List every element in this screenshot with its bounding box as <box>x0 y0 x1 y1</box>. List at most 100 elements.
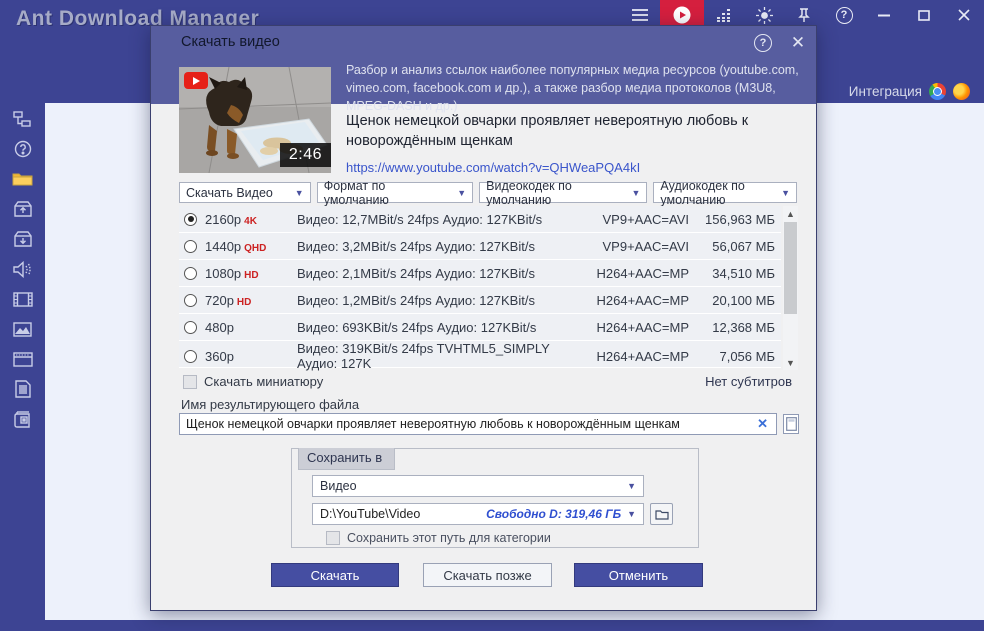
bitrate-details: Видео: 2,1MBit/s 24fps Аудио: 127KBit/s <box>297 265 535 281</box>
video-title: Щенок немецкой овчарки проявляет невероя… <box>346 113 749 149</box>
chrome-icon[interactable] <box>929 83 946 100</box>
download-thumbnail-checkbox[interactable] <box>183 374 197 389</box>
download-later-button[interactable]: Скачать позже <box>423 563 552 587</box>
upload-icon[interactable] <box>12 199 34 219</box>
resolution-label: 2160p <box>205 211 242 227</box>
quality-radio[interactable] <box>184 266 197 280</box>
clear-filename-icon[interactable]: ✕ <box>749 416 776 432</box>
chevron-down-icon: ▼ <box>627 481 636 491</box>
action-dropdown[interactable]: Скачать Видео ▼ <box>179 182 311 203</box>
documents-icon[interactable] <box>12 379 34 399</box>
app-help-icon[interactable]: ? <box>824 0 864 30</box>
quality-radio[interactable] <box>184 239 197 253</box>
audio-codec-dropdown[interactable]: Аудиокодек по умолчанию ▼ <box>653 179 797 207</box>
file-size: 156,963 МБ <box>705 211 775 227</box>
video-icon[interactable] <box>12 289 34 309</box>
chevron-down-icon: ▼ <box>294 187 304 198</box>
codec-label: H264+AAC=MP <box>596 292 690 308</box>
quality-row[interactable]: 720p HD Видео: 1,2MBit/s 24fps Аудио: 127… <box>179 287 781 314</box>
quality-list-scrollbar[interactable]: ▲ ▼ <box>783 206 798 370</box>
download-thumbnail-row: Скачать миниатюру <box>183 374 323 389</box>
bitrate-details: Видео: 12,7MBit/s 24fps Аудио: 127KBit/s <box>297 211 543 227</box>
save-path-checkbox-label: Сохранить этот путь для категории <box>347 531 551 545</box>
chevron-down-icon: ▼ <box>631 187 641 198</box>
scroll-down-icon[interactable]: ▼ <box>783 355 798 370</box>
category-value: Видео <box>320 479 357 493</box>
filename-label: Имя результирующего файла <box>181 397 360 412</box>
download-thumbnail-label: Скачать миниатюру <box>204 374 324 389</box>
window-bottom-bar <box>0 620 984 631</box>
category-dropdown[interactable]: Видео ▼ <box>312 475 644 497</box>
dialog-close-icon[interactable]: ✕ <box>788 33 808 53</box>
quality-row[interactable]: 480p Видео: 693KBit/s 24fps Аудио: 127KB… <box>179 314 781 341</box>
cancel-button[interactable]: Отменить <box>574 563 703 587</box>
quality-row[interactable]: 1080p HD Видео: 2,1MBit/s 24fps Аудио: 12… <box>179 260 781 287</box>
resolution-label: 720p <box>205 292 234 308</box>
help-category-icon[interactable] <box>12 139 34 159</box>
download-icon[interactable] <box>12 229 34 249</box>
resolution-label: 1080p <box>205 265 242 281</box>
file-size: 12,368 МБ <box>712 319 775 335</box>
codec-label: VP9+AAC=AVI <box>602 211 689 227</box>
video-duration: 2:46 <box>279 143 331 167</box>
bitrate-details: Видео: 319KBit/s 24fps TVHTML5_SIMPLY Ау… <box>297 341 550 371</box>
audio-icon[interactable] <box>12 259 34 279</box>
filename-input[interactable]: Щенок немецкой овчарки проявляет невероя… <box>179 413 777 435</box>
bitrate-details: Видео: 3,2MBit/s 24fps Аудио: 127KBit/s <box>297 238 535 254</box>
folder-icon[interactable] <box>12 169 34 189</box>
paste-filename-button[interactable] <box>783 414 799 434</box>
save-to-group: Сохранить в Видео ▼ D:\YouTube\Video Сво… <box>291 448 699 548</box>
firefox-icon[interactable] <box>953 83 970 100</box>
format-dropdown[interactable]: Формат по умолчанию ▼ <box>316 179 474 207</box>
quality-badge: HD <box>236 296 252 308</box>
free-space-label: Свободно D: 319,46 ГБ <box>486 507 622 521</box>
close-window-icon[interactable] <box>944 0 984 30</box>
download-video-dialog: Скачать видео ? ✕ Разбор и анализ ссылок… <box>150 25 817 611</box>
browse-folder-button[interactable] <box>650 503 673 525</box>
quality-list: 2160p 4K Видео: 12,7MBit/s 24fps Аудио: 1… <box>179 206 781 371</box>
video-codec-dropdown[interactable]: Видеокодек по умолчанию ▼ <box>479 179 648 207</box>
save-path-for-category-row: Сохранить этот путь для категории <box>326 531 551 545</box>
file-size: 7,056 МБ <box>719 348 775 364</box>
quality-radio[interactable] <box>184 320 197 334</box>
quality-radio[interactable] <box>184 212 197 226</box>
images-icon[interactable] <box>12 319 34 339</box>
quality-row[interactable]: 360p Видео: 319KBit/s 24fps TVHTML5_SIMP… <box>179 341 781 371</box>
dialog-help-icon[interactable]: ? <box>754 34 772 52</box>
file-size: 34,510 МБ <box>712 265 775 281</box>
quality-radio[interactable] <box>184 349 197 363</box>
chevron-down-icon: ▼ <box>627 509 636 519</box>
youtube-play-badge <box>184 72 208 89</box>
archives-icon[interactable] <box>12 409 34 429</box>
maximize-icon[interactable] <box>904 0 944 30</box>
resolution-label: 480p <box>205 319 234 335</box>
scroll-up-icon[interactable]: ▲ <box>783 206 798 221</box>
categories-icon[interactable] <box>12 109 34 129</box>
dialog-title: Скачать видео <box>181 34 280 50</box>
codec-label: H264+AAC=MP <box>596 265 690 281</box>
quality-row[interactable]: 2160p 4K Видео: 12,7MBit/s 24fps Аудио: 1… <box>179 206 781 233</box>
quality-badge: QHD <box>244 242 267 254</box>
quality-row[interactable]: 1440p QHD Видео: 3,2MBit/s 24fps Аудио: 1… <box>179 233 781 260</box>
download-button[interactable]: Скачать <box>271 563 399 587</box>
scrollbar-thumb[interactable] <box>784 222 797 314</box>
video-thumbnail: 2:46 <box>179 67 331 173</box>
bitrate-details: Видео: 1,2MBit/s 24fps Аудио: 127KBit/s <box>297 292 535 308</box>
minimize-icon[interactable] <box>864 0 904 30</box>
programs-icon[interactable] <box>12 349 34 369</box>
chevron-down-icon: ▼ <box>457 187 467 198</box>
integration-label: Интеграция <box>848 84 922 99</box>
bitrate-details: Видео: 693KBit/s 24fps Аудио: 127KBit/s <box>297 319 537 335</box>
save-path-dropdown[interactable]: D:\YouTube\Video Свободно D: 319,46 ГБ ▼ <box>312 503 644 525</box>
chevron-down-icon: ▼ <box>781 187 790 198</box>
video-url-link[interactable]: https://www.youtube.com/watch?v=QHWeaPQA… <box>346 160 640 175</box>
save-path-checkbox[interactable] <box>326 531 340 545</box>
quality-badge: HD <box>244 269 259 281</box>
sidebar <box>0 103 45 631</box>
quality-badge: 4K <box>244 215 257 227</box>
filename-value: Щенок немецкой овчарки проявляет невероя… <box>186 417 680 431</box>
file-size: 56,067 МБ <box>712 238 775 254</box>
codec-label: VP9+AAC=AVI <box>602 238 689 254</box>
format-dropdown-row: Скачать Видео ▼ Формат по умолчанию ▼ Виде… <box>179 179 797 207</box>
quality-radio[interactable] <box>184 293 197 307</box>
